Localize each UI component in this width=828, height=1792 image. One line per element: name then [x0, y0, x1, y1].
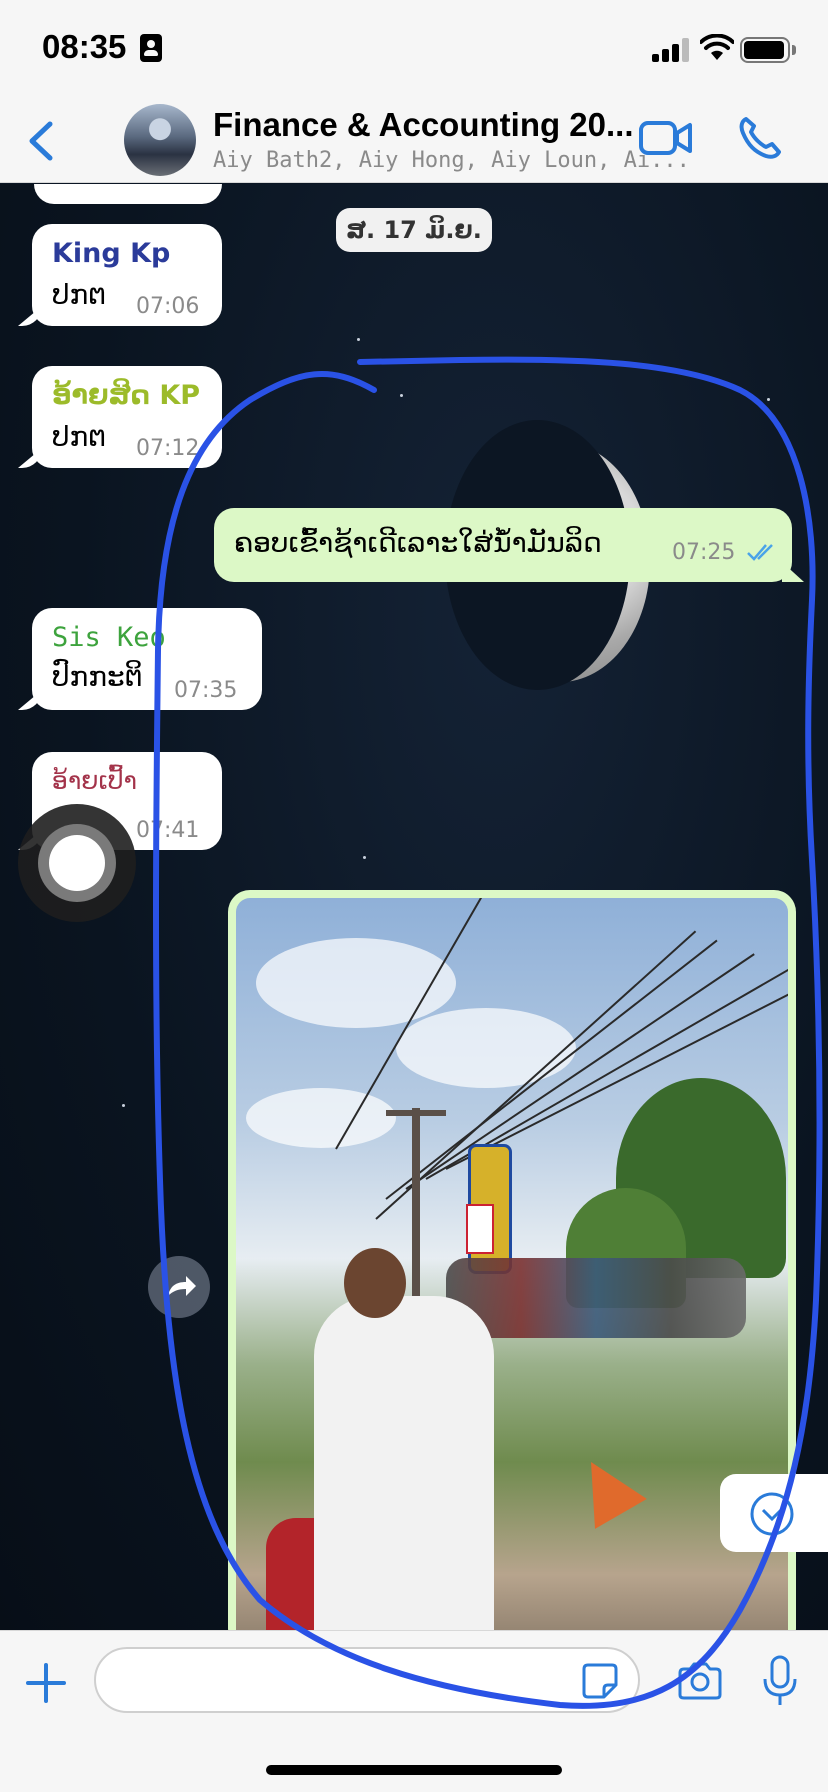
- message-text: ປກຕ: [52, 420, 107, 453]
- message-time: 07:12: [136, 436, 200, 461]
- message-time: 07:06: [136, 294, 200, 319]
- forward-icon[interactable]: [148, 1256, 210, 1318]
- home-indicator[interactable]: [266, 1765, 562, 1775]
- date-separator: ສ. 17 ມິ.ຍ.: [336, 208, 492, 252]
- camera-icon[interactable]: [676, 1661, 724, 1701]
- microphone-icon[interactable]: [762, 1655, 798, 1707]
- contact-card-icon: [140, 34, 162, 62]
- message-time: 07:41: [136, 818, 200, 843]
- message-time: 07:25: [672, 540, 736, 565]
- sticker-icon[interactable]: [580, 1661, 620, 1701]
- star: [357, 338, 360, 341]
- message-sender: King Kp: [52, 238, 171, 269]
- video-camera-icon[interactable]: [638, 118, 694, 158]
- message-sender: ອ້າຍສິດ KP: [52, 380, 201, 411]
- cellular-signal-icon: [652, 38, 690, 62]
- message-bubble[interactable]: King Kp ປກຕ 07:06: [32, 224, 222, 326]
- message-bubble[interactable]: Sis Keo ປົກກະຕິ 07:35: [32, 608, 262, 710]
- star: [400, 394, 403, 397]
- scroll-to-bottom-button[interactable]: [720, 1474, 828, 1552]
- battery-icon: [740, 37, 790, 63]
- previous-message[interactable]: [34, 184, 222, 204]
- chat-title[interactable]: Finance & Accounting 20...: [213, 106, 634, 144]
- group-avatar[interactable]: [124, 104, 196, 176]
- message-input[interactable]: [94, 1647, 640, 1713]
- message-sender: Sis Keo: [52, 622, 166, 653]
- star: [767, 398, 770, 401]
- phone-icon[interactable]: [736, 114, 784, 162]
- message-bubble-outgoing[interactable]: ຄອບເຂົ້າຊ້າເດີເລາະໃສ່ນ້ຳມັນລິດ 07:25: [214, 508, 792, 582]
- read-double-check-icon: [747, 544, 773, 561]
- chevron-left-icon[interactable]: [22, 118, 62, 164]
- message-time: 07:35: [174, 678, 238, 703]
- plus-icon[interactable]: [24, 1661, 68, 1705]
- star: [122, 1104, 125, 1107]
- message-sender: ອ້າຍເປົ້າ: [52, 766, 137, 795]
- message-text: ປກຕ: [52, 278, 107, 311]
- image-message[interactable]: [228, 890, 796, 1630]
- assistive-touch-button[interactable]: [18, 804, 136, 922]
- message-bubble[interactable]: ອ້າຍສິດ KP ປກຕ 07:12: [32, 366, 222, 468]
- composer-bar: [0, 1630, 828, 1792]
- top-bar: 08:35 Finance & Accounting 20... Aiy Bat…: [0, 0, 828, 183]
- chat-members[interactable]: Aiy Bath2, Aiy Hong, Aiy Loun, Ai...: [213, 148, 690, 173]
- star: [363, 856, 366, 859]
- message-text: ປົກກະຕິ: [52, 660, 143, 693]
- chevron-down-icon: [750, 1492, 794, 1536]
- wifi-icon: [700, 34, 734, 60]
- status-time: 08:35: [42, 28, 127, 65]
- chat-area[interactable]: ສ. 17 ມິ.ຍ. King Kp ປກຕ 07:06 ອ້າຍສິດ KP…: [0, 184, 828, 1630]
- photo-street-scene[interactable]: [236, 898, 788, 1630]
- message-text: ຄອບເຂົ້າຊ້າເດີເລາະໃສ່ນ້ຳມັນລິດ: [234, 526, 602, 559]
